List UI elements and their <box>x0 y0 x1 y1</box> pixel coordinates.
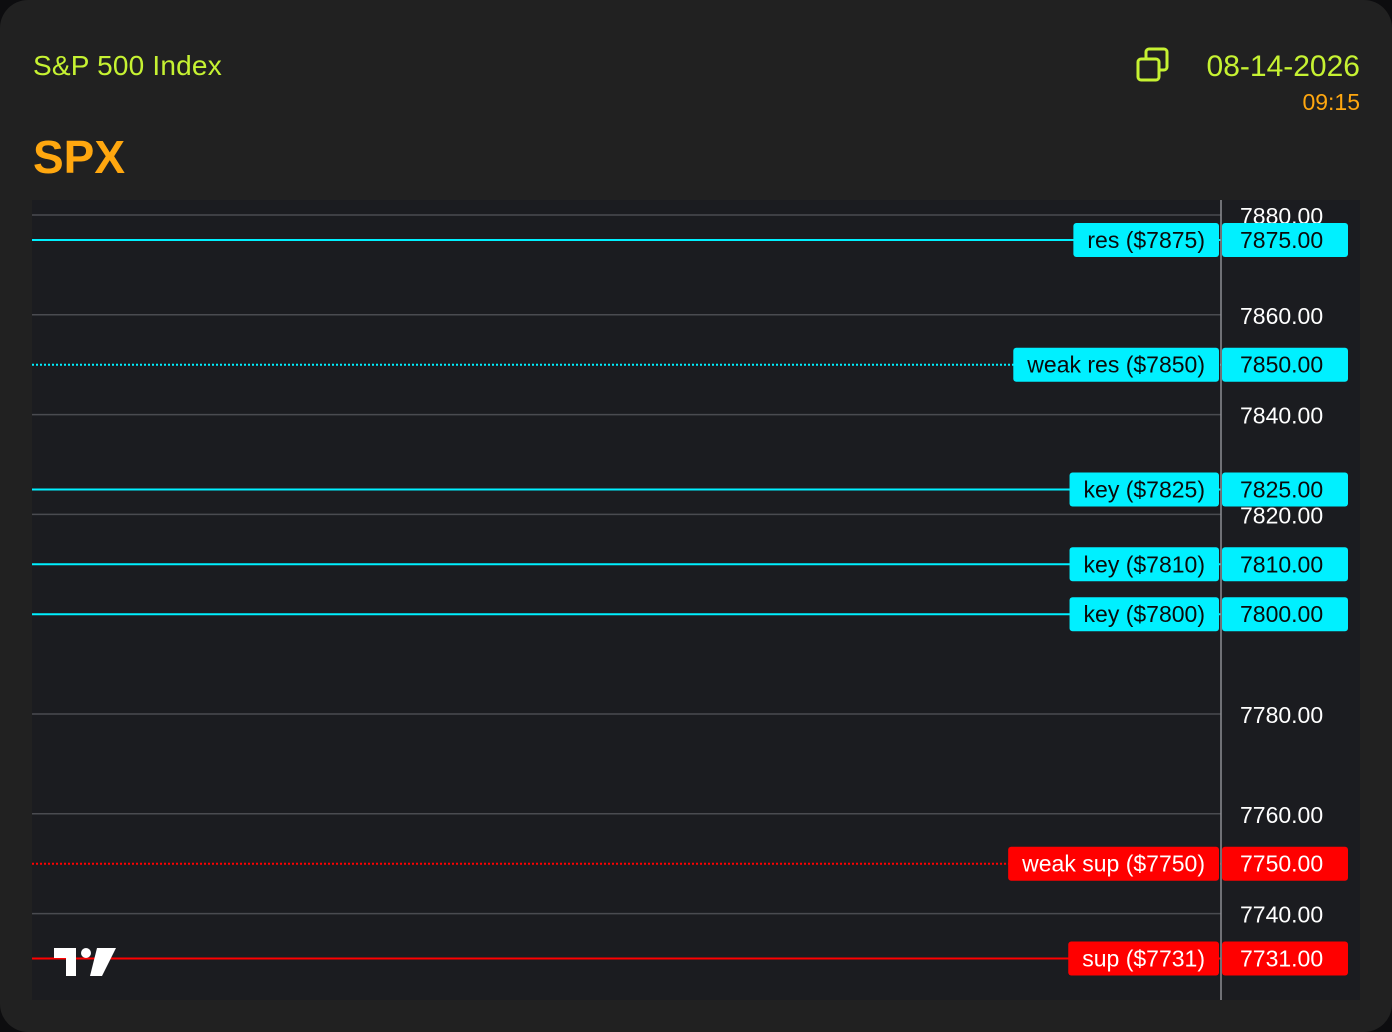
level-price-label: 7731.00 <box>1240 946 1323 972</box>
level-price-label: 7825.00 <box>1240 476 1323 502</box>
level-label: key ($7825) <box>1084 476 1205 502</box>
index-name: S&P 500 Index <box>33 50 222 81</box>
copy-icon[interactable] <box>1134 46 1172 84</box>
y-tick-label: 7740.00 <box>1240 902 1323 928</box>
y-tick-label: 7860.00 <box>1240 303 1323 329</box>
tradingview-logo-icon[interactable] <box>54 948 116 976</box>
level-label: weak sup ($7750) <box>1021 851 1205 877</box>
level-label: sup ($7731) <box>1082 946 1205 972</box>
level-label: key ($7810) <box>1084 551 1205 577</box>
level-label: weak res ($7850) <box>1026 352 1205 378</box>
tag-layer: res ($7875) 7875.00 weak res ($7850) 7850.0… <box>1008 222 1348 976</box>
y-tick-label: 7760.00 <box>1240 802 1323 828</box>
chart-date: 08-14-2026 <box>1206 50 1360 83</box>
level-price-label: 7810.00 <box>1240 551 1323 577</box>
level-price-label: 7750.00 <box>1240 851 1323 877</box>
price-chart[interactable]: 7880.00 7860.00 7840.00 7820.00 7780.00 7760.… <box>32 200 1360 1000</box>
y-tick-label: 7840.00 <box>1240 403 1323 429</box>
chart-svg: 7880.007860.007840.007820.007780.007760.… <box>32 200 1348 1000</box>
level-price-label: 7875.00 <box>1240 227 1323 253</box>
chart-time: 09:15 <box>1302 89 1360 115</box>
ticker-symbol: SPX <box>33 131 126 183</box>
level-label: key ($7800) <box>1084 601 1205 627</box>
level-label: res ($7875) <box>1087 227 1205 253</box>
level-price-label: 7800.00 <box>1240 601 1323 627</box>
widget-card: S&P 500 Index SPX 08-14-2026 09:15 7880.… <box>0 0 1392 1032</box>
level-price-label: 7850.00 <box>1240 352 1323 378</box>
y-tick-label: 7780.00 <box>1240 702 1323 728</box>
